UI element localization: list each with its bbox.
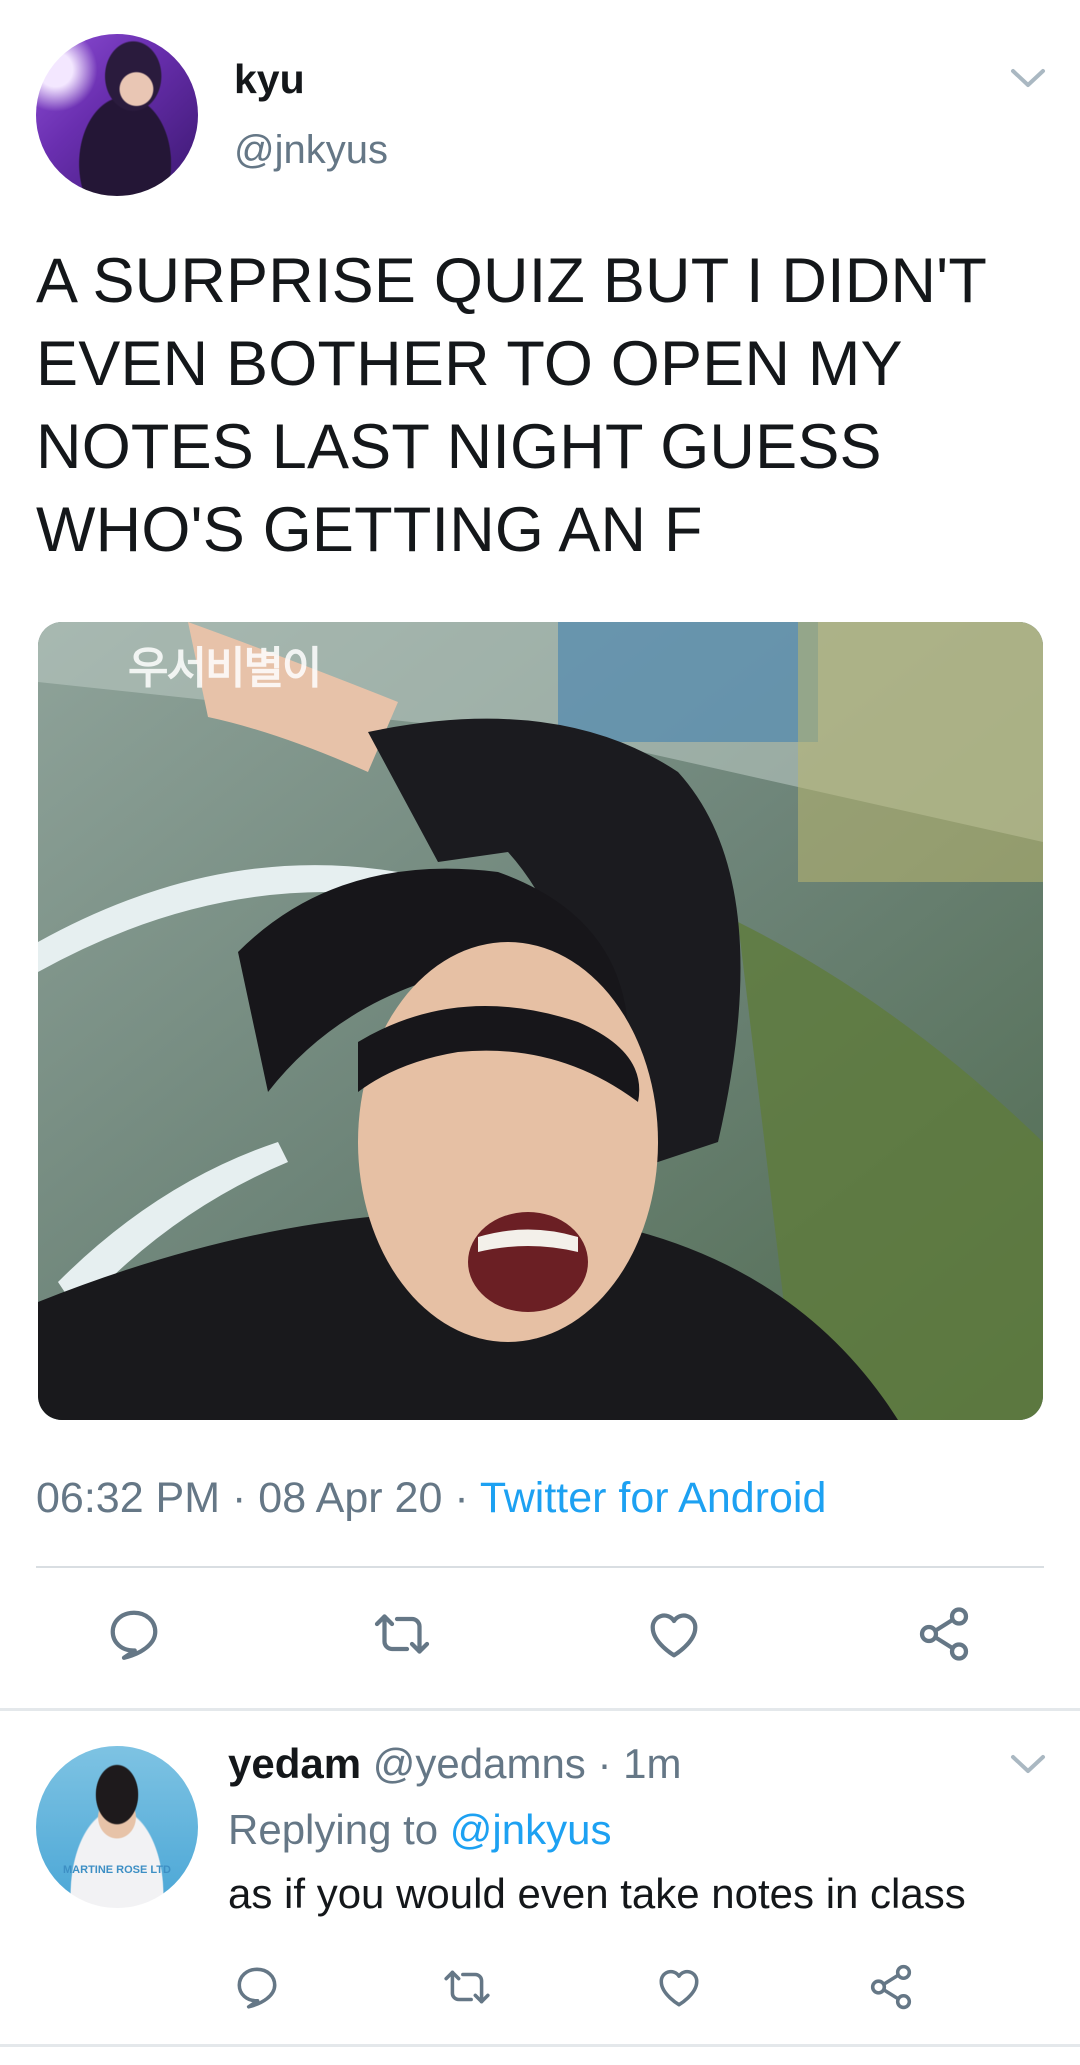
reply-age: · 1m (585, 1740, 682, 1787)
replying-prefix: Replying to (228, 1806, 450, 1853)
reply-handle[interactable]: @yedamns (373, 1740, 586, 1787)
tweet-date: 08 Apr 20 (258, 1474, 443, 1522)
tweet-time: 06:32 PM (36, 1474, 221, 1522)
reply-author-avatar[interactable]: MARTINE ROSE LTD (36, 1746, 198, 1908)
meta-separator: · (442, 1474, 480, 1522)
author-handle[interactable]: @jnkyus (234, 128, 388, 173)
meta-separator: · (220, 1474, 259, 1522)
reply-header: yedam @yedamns · 1m (228, 1740, 681, 1788)
author-display-name[interactable]: kyu (234, 56, 305, 103)
section-separator (0, 2044, 1080, 2047)
reply-text: as if you would even take notes in class (228, 1870, 966, 1917)
reply-share-icon[interactable] (866, 1962, 916, 2012)
retweet-icon[interactable] (372, 1604, 432, 1664)
tweet-menu-chevron-down-icon[interactable] (1010, 66, 1046, 90)
tweet-media-photo[interactable]: 우서비별이 (38, 622, 1043, 1420)
section-separator (0, 1708, 1080, 1711)
replying-to-link[interactable]: @jnkyus (450, 1806, 612, 1853)
avatar-shirt-print: MARTINE ROSE LTD (63, 1864, 171, 1876)
share-icon[interactable] (914, 1604, 974, 1664)
tweet-source-link[interactable]: Twitter for Android (480, 1474, 827, 1522)
reply-icon[interactable] (104, 1604, 164, 1664)
reply-retweet-icon[interactable] (442, 1962, 492, 2012)
reply-menu-chevron-down-icon[interactable] (1010, 1752, 1046, 1776)
meme-photo-illustration (38, 622, 1043, 1420)
replying-to-line: Replying to @jnkyus (228, 1806, 611, 1854)
tweet-text: A SURPRISE QUIZ BUT I DIDN'T EVEN BOTHER… (36, 246, 986, 565)
reply-display-name[interactable]: yedam (228, 1740, 361, 1787)
divider (36, 1566, 1044, 1568)
tweet-meta: 06:32 PM · 08 Apr 20 · Twitter for Andro… (36, 1474, 826, 1523)
reply-like-icon[interactable] (654, 1962, 704, 2012)
like-icon[interactable] (644, 1604, 704, 1664)
author-avatar[interactable] (36, 34, 198, 196)
media-overlay-caption: 우서비별이 (128, 644, 322, 693)
reply-reply-icon[interactable] (232, 1962, 282, 2012)
